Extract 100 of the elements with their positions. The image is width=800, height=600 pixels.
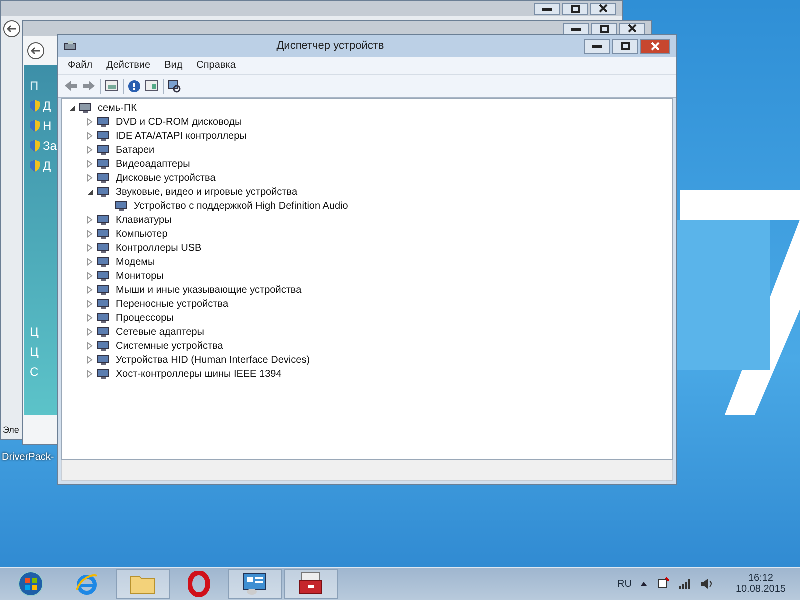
minimize-icon [571, 26, 581, 30]
properties-icon[interactable] [105, 80, 119, 92]
window-title: Диспетчер устройств [276, 40, 386, 52]
device-icon [97, 172, 110, 184]
tree-item[interactable]: Компьютер [113, 228, 171, 240]
taskbar-button[interactable] [228, 569, 282, 599]
device-icon [97, 270, 110, 282]
tree-item[interactable]: Батареи [113, 144, 158, 156]
menu-item[interactable]: Действие [100, 58, 157, 73]
tree-item[interactable]: Устройство с поддержкой High Definition Audio [131, 200, 352, 212]
shield-icon [30, 120, 40, 132]
menu-item[interactable]: Вид [158, 58, 189, 73]
tree-item[interactable]: Видеоадаптеры [113, 158, 194, 170]
collapsed-arrow-icon[interactable] [86, 244, 94, 252]
collapsed-arrow-icon[interactable] [86, 370, 94, 378]
toolbox-icon [298, 572, 324, 596]
minimize-icon [592, 44, 602, 48]
forward-arrow-icon[interactable] [82, 80, 96, 92]
computer-icon [79, 102, 92, 114]
tree-item[interactable]: Мониторы [113, 270, 167, 282]
expanded-arrow-icon[interactable] [86, 188, 94, 196]
scan-hardware-icon[interactable] [168, 80, 182, 92]
tree-item[interactable]: Звуковые, видео и игровые устройства [113, 186, 301, 198]
maximize-icon [600, 24, 608, 32]
tree-item[interactable]: Сетевые адаптеры [113, 326, 208, 338]
collapsed-arrow-icon[interactable] [86, 258, 94, 266]
device-icon [97, 312, 110, 324]
show-hidden-icons-icon[interactable] [640, 581, 648, 587]
device-icon [115, 200, 128, 212]
close-icon [628, 24, 636, 33]
device-icon [97, 284, 110, 296]
control-panel-icon [242, 572, 268, 596]
device-icon [97, 298, 110, 310]
language-indicator[interactable]: RU [617, 578, 632, 590]
clock[interactable]: 16:12 10.08.2015 [736, 573, 786, 595]
tree-item[interactable]: Устройства HID (Human Interface Devices) [113, 354, 314, 366]
shield-icon [30, 100, 40, 112]
close-icon [598, 4, 608, 13]
speaker-icon[interactable] [700, 578, 714, 590]
maximize-button[interactable] [612, 38, 638, 54]
device-icon [97, 354, 110, 366]
close-icon [650, 42, 660, 50]
signal-icon[interactable] [678, 578, 692, 590]
device-icon [97, 214, 110, 226]
collapsed-arrow-icon[interactable] [86, 300, 94, 308]
tree-item[interactable]: IDE ATA/ATAPI контроллеры [113, 130, 250, 142]
close-button[interactable] [619, 22, 645, 34]
collapsed-arrow-icon[interactable] [86, 272, 94, 280]
device-icon [97, 256, 110, 268]
collapsed-arrow-icon[interactable] [86, 146, 94, 154]
device-icon [97, 186, 110, 198]
tree-item[interactable]: Модемы [113, 256, 158, 268]
device-icon [97, 326, 110, 338]
collapsed-arrow-icon[interactable] [86, 328, 94, 336]
collapsed-arrow-icon[interactable] [86, 216, 94, 224]
device-icon [97, 144, 110, 156]
tree-item[interactable]: Мыши и иные указывающие устройства [113, 284, 305, 296]
tree-item[interactable]: семь-ПК [95, 102, 140, 114]
panel-heading: П [30, 79, 40, 93]
maximize-icon [570, 4, 580, 12]
close-button[interactable] [590, 2, 616, 14]
collapsed-arrow-icon[interactable] [86, 356, 94, 364]
collapsed-arrow-icon[interactable] [86, 342, 94, 350]
tree-item[interactable]: Дисковые устройства [113, 172, 219, 184]
device-icon [97, 130, 110, 142]
minimize-button[interactable] [534, 2, 560, 14]
expanded-arrow-icon[interactable] [68, 104, 76, 112]
opera-icon [188, 571, 210, 597]
collapsed-arrow-icon[interactable] [86, 174, 94, 182]
shield-icon [30, 160, 40, 172]
taskbar-button[interactable] [284, 569, 338, 599]
browser-icon [75, 572, 99, 596]
tree-item[interactable]: Контроллеры USB [113, 242, 205, 254]
device-icon [97, 116, 110, 128]
collapsed-arrow-icon[interactable] [86, 118, 94, 126]
collapsed-arrow-icon[interactable] [86, 286, 94, 294]
tree-item[interactable]: Клавиатуры [113, 214, 175, 226]
tree-item[interactable]: Процессоры [113, 312, 177, 324]
menu-item[interactable]: Справка [190, 58, 242, 73]
device-icon [97, 242, 110, 254]
minimize-button[interactable] [584, 38, 610, 54]
tree-item[interactable]: Хост-контроллеры шины IEEE 1394 [113, 368, 285, 380]
shield-icon [30, 140, 40, 152]
menu-item[interactable]: Файл [62, 58, 99, 73]
maximize-button[interactable] [591, 22, 617, 34]
collapsed-arrow-icon[interactable] [86, 132, 94, 140]
tree-item[interactable]: Переносные устройства [113, 298, 232, 310]
maximize-button[interactable] [562, 2, 588, 14]
window-text: Эле [3, 425, 20, 435]
tree-item[interactable]: DVD и CD-ROM дисководы [113, 116, 246, 128]
collapsed-arrow-icon[interactable] [86, 314, 94, 322]
device-icon [97, 158, 110, 170]
minimize-button[interactable] [563, 22, 589, 34]
device-icon [97, 368, 110, 380]
device-icon [97, 228, 110, 240]
tree-item[interactable]: Системные устройства [113, 340, 226, 352]
collapsed-arrow-icon[interactable] [86, 230, 94, 238]
maximize-icon [620, 42, 630, 50]
view-icon[interactable] [145, 80, 159, 92]
collapsed-arrow-icon[interactable] [86, 160, 94, 168]
